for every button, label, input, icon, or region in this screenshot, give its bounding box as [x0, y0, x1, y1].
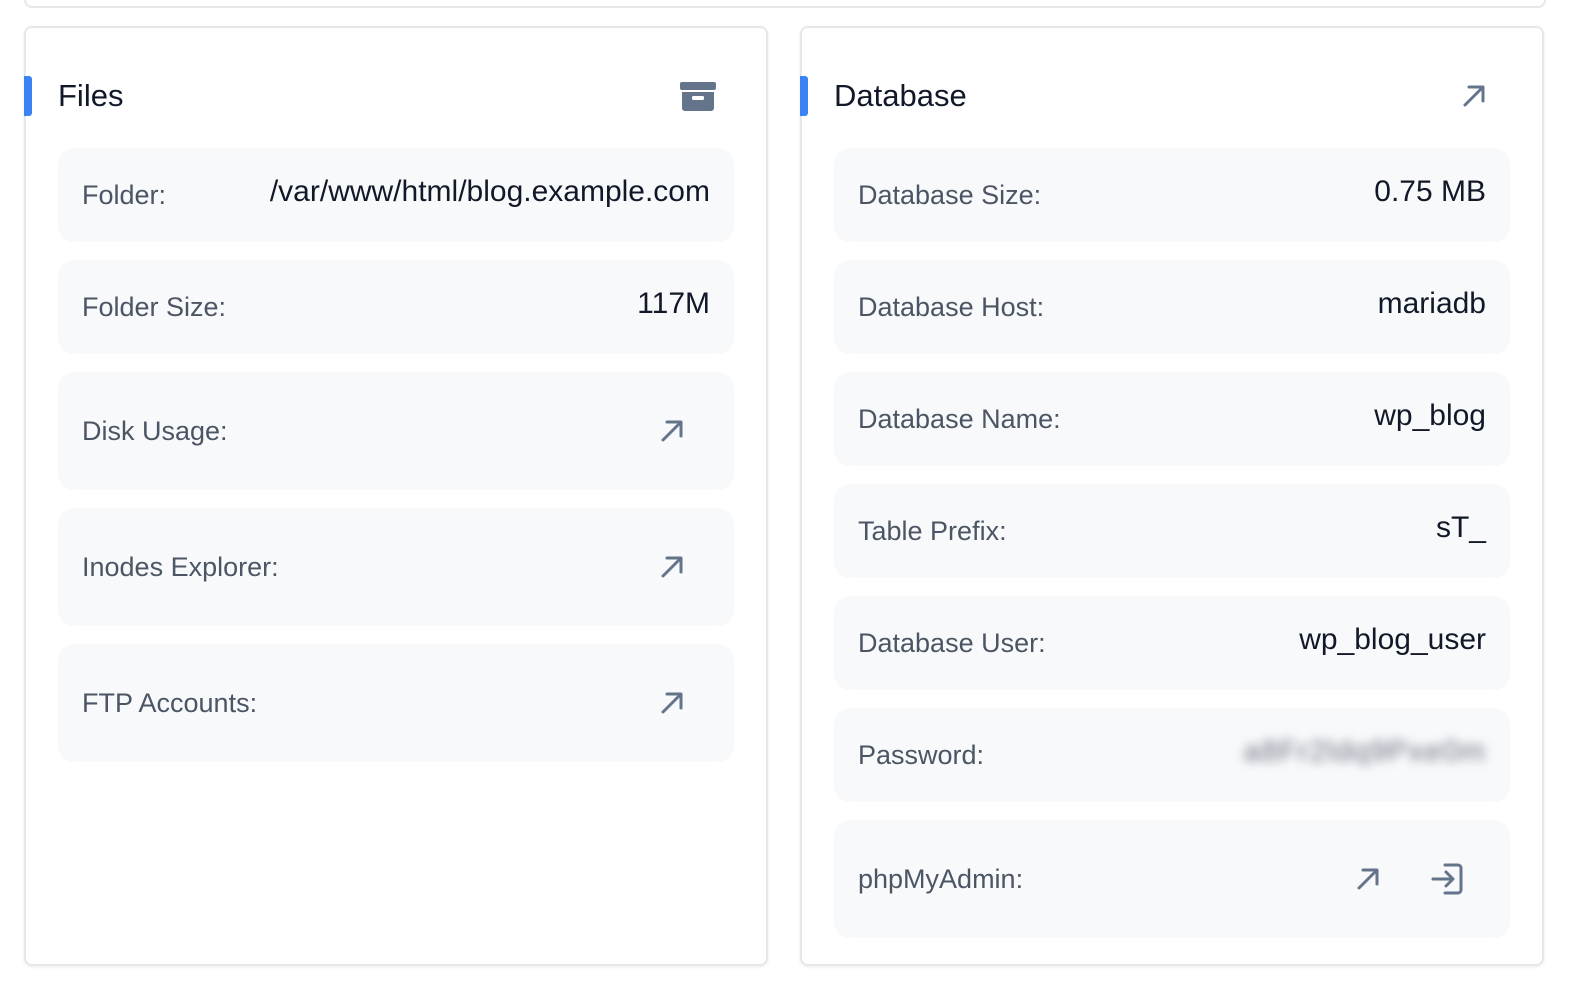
database-card: Database Database Size: 0.75 MB Database…	[800, 26, 1544, 966]
database-name-value: wp_blog	[1374, 399, 1486, 432]
previous-card-bottom	[24, 0, 1546, 8]
disk-usage-open-button[interactable]	[654, 413, 690, 449]
password-row: Password: a8Fr2ldq9Pxe0m	[834, 708, 1510, 802]
database-title: Database	[834, 78, 967, 113]
table-prefix-value: sT_	[1435, 511, 1486, 544]
disk-usage-row: Disk Usage:	[58, 372, 734, 490]
external-link-icon	[661, 692, 683, 714]
login-icon	[1431, 863, 1463, 895]
external-link-icon	[1463, 85, 1485, 107]
folder-size-value: 117M	[637, 287, 710, 320]
folder-size-row: Folder Size: 117M	[58, 260, 734, 354]
external-link-icon	[1357, 868, 1379, 890]
phpmyadmin-row: phpMyAdmin:	[834, 820, 1510, 938]
database-host-row: Database Host: mariadb	[834, 260, 1510, 354]
ftp-accounts-open-button[interactable]	[654, 685, 690, 721]
archive-icon	[680, 82, 716, 111]
phpmyadmin-login-button[interactable]	[1430, 861, 1466, 897]
archive-button[interactable]	[678, 76, 718, 116]
phpmyadmin-label: phpMyAdmin:	[858, 863, 1024, 894]
database-user-row: Database User: wp_blog_user	[834, 596, 1510, 690]
files-accent-bar	[24, 76, 32, 116]
phpmyadmin-open-button[interactable]	[1350, 861, 1386, 897]
database-size-row: Database Size: 0.75 MB	[834, 148, 1510, 242]
inodes-explorer-open-button[interactable]	[654, 549, 690, 585]
folder-size-label: Folder Size:	[82, 291, 227, 322]
folder-value: /var/www/html/blog.example.com	[269, 175, 710, 208]
database-size-value: 0.75 MB	[1374, 175, 1486, 208]
folder-label: Folder:	[82, 179, 167, 210]
database-open-button[interactable]	[1454, 76, 1494, 116]
database-size-label: Database Size:	[858, 179, 1042, 210]
ftp-accounts-label: FTP Accounts:	[82, 687, 258, 718]
external-link-icon	[661, 556, 683, 578]
external-link-icon	[661, 420, 683, 442]
inodes-explorer-label: Inodes Explorer:	[82, 551, 279, 582]
ftp-accounts-row: FTP Accounts:	[58, 644, 734, 762]
folder-row: Folder: /var/www/html/blog.example.com	[58, 148, 734, 242]
files-card: Files Folder: /var/www/html/blog.example…	[24, 26, 768, 966]
database-name-label: Database Name:	[858, 403, 1061, 434]
table-prefix-row: Table Prefix: sT_	[834, 484, 1510, 578]
inodes-explorer-row: Inodes Explorer:	[58, 508, 734, 626]
table-prefix-label: Table Prefix:	[858, 515, 1007, 546]
database-accent-bar	[800, 76, 808, 116]
database-user-value: wp_blog_user	[1299, 623, 1486, 656]
files-title: Files	[58, 78, 124, 113]
password-value[interactable]: a8Fr2ldq9Pxe0m	[1244, 735, 1486, 769]
database-host-label: Database Host:	[858, 291, 1045, 322]
disk-usage-label: Disk Usage:	[82, 415, 228, 446]
database-host-value: mariadb	[1377, 287, 1486, 320]
database-user-label: Database User:	[858, 627, 1046, 658]
database-name-row: Database Name: wp_blog	[834, 372, 1510, 466]
password-label: Password:	[858, 739, 985, 770]
